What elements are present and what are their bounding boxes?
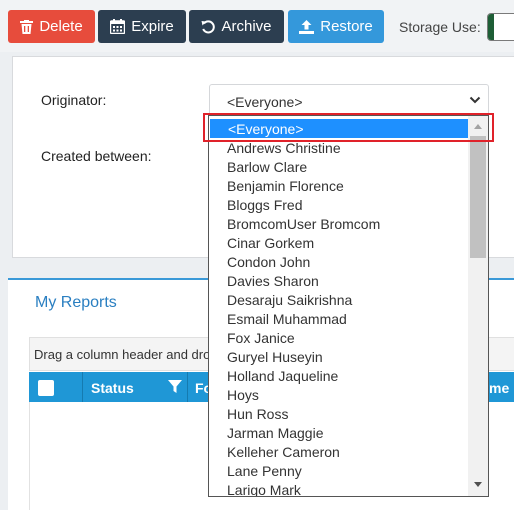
dropdown-option[interactable]: Bloggs Fred [209,195,468,214]
storage-use-bar [487,13,514,41]
column-header-status[interactable]: Status [91,380,134,396]
originator-label: Originator: [41,92,107,108]
column-separator [82,372,83,402]
dropdown-option[interactable]: Hoys [209,385,468,404]
delete-button[interactable]: Delete [8,10,95,43]
dropdown-option[interactable]: Cinar Gorkem [209,233,468,252]
dropdown-option[interactable]: Desaraju Saikrishna [209,290,468,309]
dropdown-option[interactable]: Davies Sharon [209,271,468,290]
dropdown-option[interactable]: Benjamin Florence [209,176,468,195]
storage-use-label: Storage Use: [399,19,481,35]
upload-icon [299,19,315,34]
dropdown-scrollbar[interactable] [468,116,488,496]
archive-button-label: Archive [221,18,272,35]
originator-select[interactable]: <Everyone> [209,84,489,116]
dropdown-option[interactable]: Lane Penny [209,461,468,480]
column-separator [187,372,188,402]
calendar-icon [110,19,126,34]
dropdown-option[interactable]: Hun Ross [209,404,468,423]
dropdown-option[interactable]: Larigo Mark [209,480,468,496]
selection-highlight-box [203,113,494,142]
dropdown-option[interactable]: Esmail Muhammad [209,309,468,328]
dropdown-option[interactable]: Fox Janice [209,328,468,347]
scroll-down-arrow-icon[interactable] [474,482,482,487]
restore-button-label: Restore [320,18,373,35]
my-reports-title: My Reports [35,294,117,311]
trash-icon [20,19,34,34]
created-between-label: Created between: [41,148,152,164]
archive-button[interactable]: Archive [189,10,284,43]
originator-select-value: <Everyone> [227,94,303,110]
dropdown-option[interactable]: Kelleher Cameron [209,442,468,461]
undo-icon [201,19,216,33]
delete-button-label: Delete [39,18,83,35]
dropdown-option[interactable]: Barlow Clare [209,157,468,176]
scroll-thumb[interactable] [470,136,486,258]
storage-use-fill [488,14,494,40]
dropdown-option[interactable]: BromcomUser Bromcom [209,214,468,233]
dropdown-option[interactable]: Jarman Maggie [209,423,468,442]
expire-button-label: Expire [131,18,174,35]
chevron-down-icon [469,96,481,104]
select-all-checkbox[interactable] [38,380,54,396]
toolbar: Delete Expire Archive Restore Storage Us… [0,0,514,52]
restore-button[interactable]: Restore [288,10,384,43]
column-header-name[interactable]: me [489,380,509,396]
dropdown-option[interactable]: Holland Jaqueline [209,366,468,385]
originator-dropdown-list: <Everyone> Andrews Christine Barlow Clare… [208,115,489,497]
filter-icon[interactable] [168,380,182,394]
dropdown-option[interactable]: Guryel Huseyin [209,347,468,366]
expire-button[interactable]: Expire [98,10,186,43]
dropdown-option[interactable]: Condon John [209,252,468,271]
